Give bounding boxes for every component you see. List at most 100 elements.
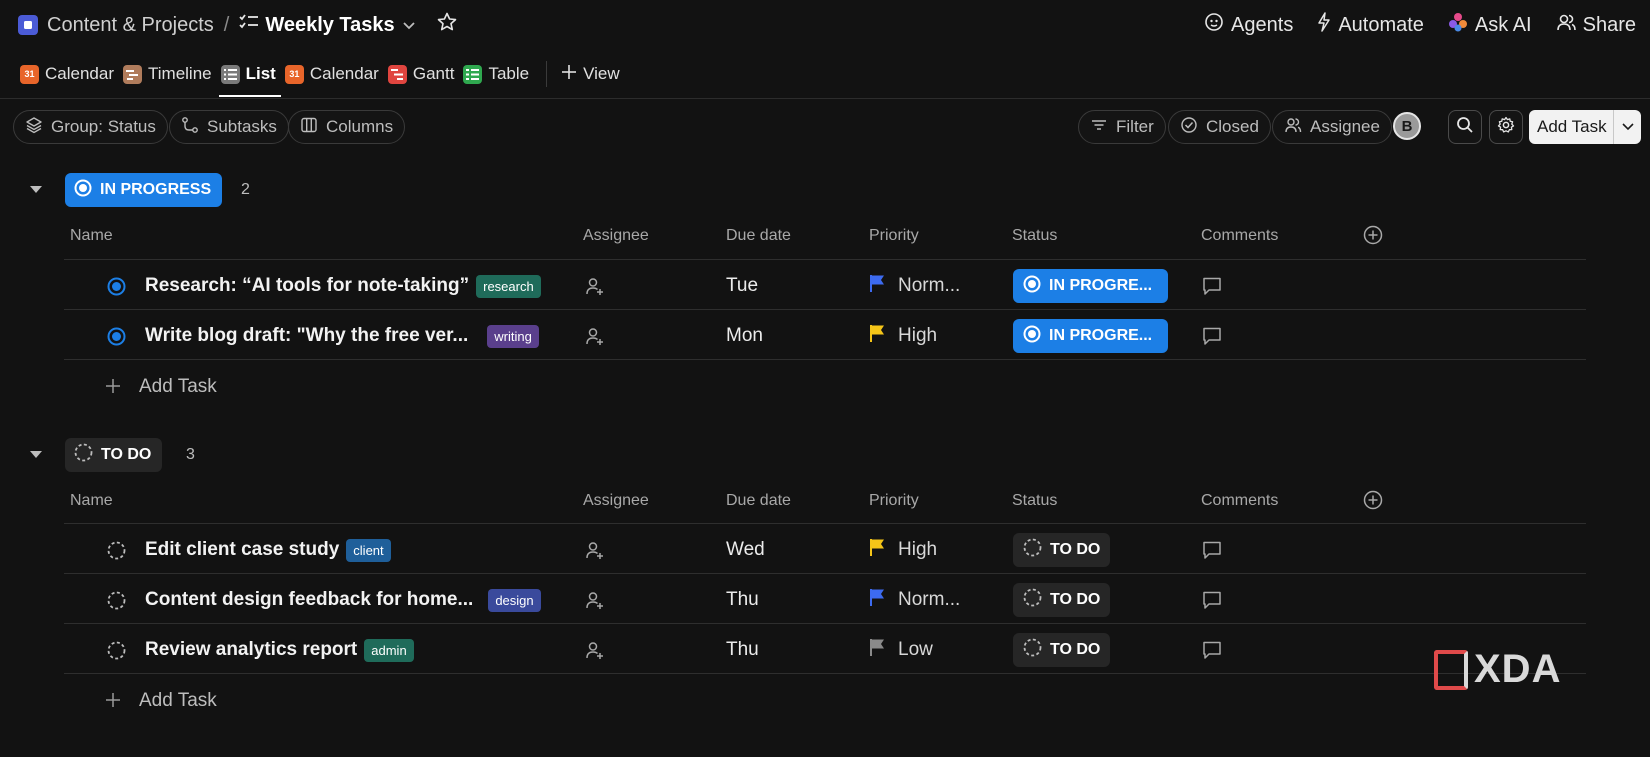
add-assignee-icon[interactable] [584,590,604,615]
column-header-priority[interactable]: Priority [869,227,919,245]
table-row[interactable]: Research: “AI tools for note-taking” res… [64,261,1586,311]
flag-icon [869,638,886,663]
group-by-button[interactable]: Group: Status [13,110,168,144]
task-tag[interactable]: design [488,588,541,612]
status-todo-icon[interactable] [107,641,126,665]
task-due-date[interactable]: Wed [726,525,765,575]
comment-icon[interactable] [1202,540,1222,565]
add-assignee-icon[interactable] [584,540,604,565]
tab-calendar[interactable]: 31 Calendar [18,56,121,92]
table-row[interactable]: Edit client case study client Wed High T… [64,525,1586,575]
task-status[interactable]: TO DO [1013,533,1111,567]
breadcrumb-space[interactable]: Content & Projects [47,14,214,37]
star-icon[interactable] [437,12,457,38]
add-column-icon[interactable] [1363,225,1383,250]
column-header-name[interactable]: Name [70,492,113,510]
automate-button[interactable]: Automate [1317,12,1424,38]
tab-gantt[interactable]: Gantt [386,56,462,92]
task-priority[interactable]: High [869,525,937,575]
avatar[interactable]: B [1393,112,1421,140]
comment-icon[interactable] [1202,590,1222,615]
add-assignee-icon[interactable] [584,326,604,351]
space-icon[interactable] [18,15,38,35]
xda-logo-icon [1434,649,1468,690]
task-status[interactable]: IN PROGRE... [1013,269,1168,303]
share-button[interactable]: Share [1556,12,1636,38]
task-due-date[interactable]: Thu [726,575,759,625]
tab-list[interactable]: List [218,56,283,97]
task-priority[interactable]: Norm... [869,261,960,311]
assignee-button[interactable]: Assignee [1272,110,1392,144]
task-name[interactable]: Edit client case study client [145,525,391,575]
column-header-priority[interactable]: Priority [869,492,919,510]
comment-icon[interactable] [1202,276,1222,301]
task-tag[interactable]: research [476,274,541,298]
status-todo-icon[interactable] [107,541,126,565]
layers-icon [25,116,43,139]
comment-icon[interactable] [1202,326,1222,351]
gear-icon [1497,116,1515,139]
status-progress-icon[interactable] [107,277,126,301]
comment-icon[interactable] [1202,640,1222,665]
task-due-date[interactable]: Tue [726,261,758,311]
collapse-group-caret-icon[interactable] [30,186,42,193]
tab-table[interactable]: Table [461,56,536,92]
add-view-button[interactable]: View [559,56,627,92]
table-row[interactable]: Content design feedback for home... desi… [64,575,1586,625]
subtasks-button[interactable]: Subtasks [169,110,289,144]
closed-button[interactable]: Closed [1168,110,1271,144]
column-header-due-date[interactable]: Due date [726,227,791,245]
column-header-assignee[interactable]: Assignee [583,227,649,245]
columns-button[interactable]: Columns [288,110,406,144]
task-status[interactable]: TO DO [1013,583,1111,617]
tab-label: List [245,64,276,83]
column-header-status[interactable]: Status [1012,227,1057,245]
task-status[interactable]: TO DO [1013,633,1111,667]
column-header-due-date[interactable]: Due date [726,492,791,510]
column-header-assignee[interactable]: Assignee [583,492,649,510]
status-todo-icon[interactable] [107,591,126,615]
chevron-down-icon[interactable] [403,17,415,33]
task-name[interactable]: Write blog draft: "Why the free ver... w… [145,311,539,361]
filter-button[interactable]: Filter [1078,110,1166,144]
add-task-inline-button[interactable]: Add Task [105,372,217,402]
task-name[interactable]: Content design feedback for home... desi… [145,575,541,625]
column-header-name[interactable]: Name [70,227,113,245]
tab-timeline[interactable]: Timeline [121,56,219,92]
add-task-button[interactable]: Add Task [1529,110,1641,144]
collapse-group-caret-icon[interactable] [30,451,42,458]
task-tag[interactable]: admin [364,638,414,662]
task-priority[interactable]: Low [869,625,933,675]
subtasks-icon [181,116,199,139]
chevron-down-icon[interactable] [1613,110,1641,144]
checklist-icon [239,13,259,37]
group-status-chip[interactable]: IN PROGRESS [65,173,223,207]
task-tag[interactable]: client [346,538,391,562]
task-due-date[interactable]: Mon [726,311,763,361]
task-priority[interactable]: Norm... [869,575,960,625]
task-name[interactable]: Review analytics report admin [145,625,414,675]
column-header-status[interactable]: Status [1012,492,1057,510]
task-tag[interactable]: writing [487,324,539,348]
settings-button[interactable] [1489,110,1523,144]
tab-label: Calendar [309,64,379,83]
column-header-comments[interactable]: Comments [1201,492,1278,510]
status-progress-icon[interactable] [107,327,126,351]
table-row[interactable]: Write blog draft: "Why the free ver... w… [64,311,1586,361]
task-priority[interactable]: High [869,311,937,361]
add-column-icon[interactable] [1363,490,1383,515]
add-assignee-icon[interactable] [584,640,604,665]
agents-button[interactable]: Agents [1204,12,1293,38]
table-row[interactable]: Review analytics report admin Thu Low TO… [64,625,1586,675]
task-status[interactable]: IN PROGRE... [1013,319,1168,353]
search-button[interactable] [1448,110,1482,144]
tab-calendar-2[interactable]: 31 Calendar [283,56,386,92]
group-status-chip[interactable]: TO DO [65,438,163,472]
add-assignee-icon[interactable] [584,276,604,301]
add-task-inline-button[interactable]: Add Task [105,686,217,716]
task-due-date[interactable]: Thu [726,625,759,675]
task-name[interactable]: Research: “AI tools for note-taking” res… [145,261,541,311]
list-title[interactable]: Weekly Tasks [265,14,394,37]
column-header-comments[interactable]: Comments [1201,227,1278,245]
ask-ai-button[interactable]: Ask AI [1448,12,1532,38]
